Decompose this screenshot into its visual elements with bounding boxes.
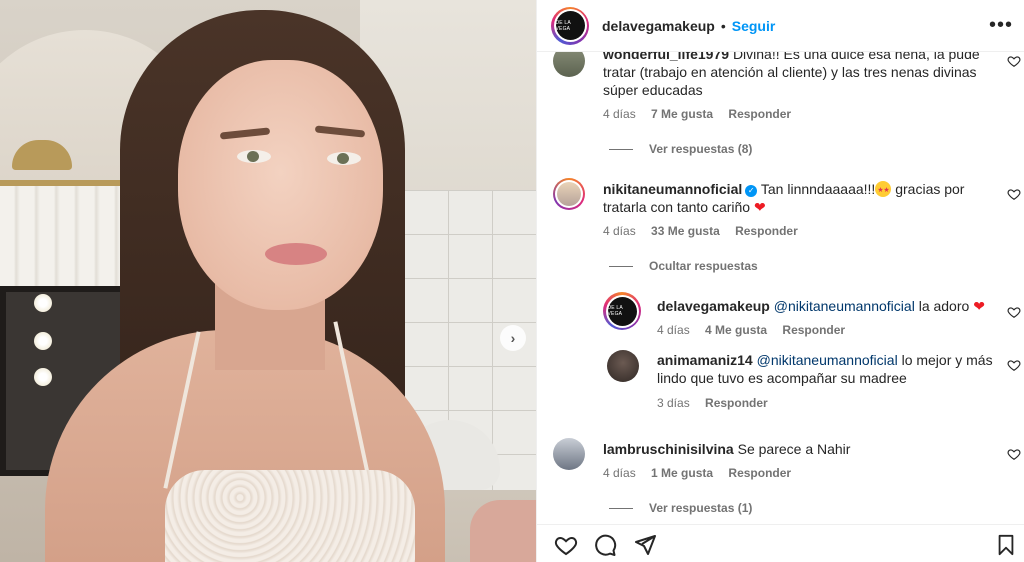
post-header: DE LA VEGA delavegamakeup • Seguir ••• <box>537 0 1024 52</box>
paper-plane-icon[interactable] <box>633 533 657 557</box>
comment-username[interactable]: nikitaneumannoficial <box>603 181 742 197</box>
comment-bubble-icon[interactable] <box>593 533 617 557</box>
post-photo: › <box>0 0 536 562</box>
brand-logo: DE LA VEGA <box>607 296 637 326</box>
comment-time[interactable]: 4 días <box>603 224 636 238</box>
eye <box>327 152 361 165</box>
lips <box>265 243 327 265</box>
comment-username[interactable]: lambruschinisilvina <box>603 441 734 457</box>
view-replies-label: Ver respuestas (8) <box>649 142 753 156</box>
reply-likes[interactable]: 4 Me gusta <box>705 323 767 337</box>
comment-meta: 4 días 33 Me gusta Responder <box>603 224 810 238</box>
heart-outline-icon[interactable] <box>1007 358 1021 372</box>
comment-body: Se parece a Nahir <box>737 441 851 457</box>
action-bar <box>537 524 1024 562</box>
view-replies-label: Ver respuestas (1) <box>649 501 753 515</box>
comment-time[interactable]: 4 días <box>603 466 636 480</box>
chevron-right-icon: › <box>510 330 516 346</box>
comment-likes[interactable]: 7 Me gusta <box>651 107 713 121</box>
author-avatar[interactable]: DE LA VEGA <box>551 6 589 45</box>
comments-list: wonderful_life1979 Divina!! Es una dulce… <box>537 0 1024 524</box>
user-avatar[interactable]: DE LA VEGA <box>603 292 641 330</box>
comment-meta: 4 días 1 Me gusta Responder <box>603 466 803 480</box>
comment-line-3: súper educadas <box>603 82 703 98</box>
comment-line-2: tratar (trabajo en atención al cliente) … <box>603 64 977 80</box>
comment-likes[interactable]: 1 Me gusta <box>651 466 713 480</box>
reply-button[interactable]: Responder <box>735 224 798 238</box>
red-heart-emoji-icon: ❤ <box>973 298 985 314</box>
eye <box>237 150 271 163</box>
reply-button[interactable]: Responder <box>728 107 791 121</box>
mention-link[interactable]: @nikitaneumannoficial <box>757 352 898 368</box>
comment-text-a: Tan linnndaaaaa!!! <box>760 181 876 197</box>
follow-button[interactable]: Seguir <box>732 18 776 34</box>
hide-replies-label: Ocultar respuestas <box>649 259 758 273</box>
hide-replies-button[interactable]: Ocultar respuestas <box>609 259 758 273</box>
reply-username[interactable]: delavegamakeup <box>657 298 770 314</box>
reply-meta: 4 días 4 Me gusta Responder <box>657 323 857 337</box>
comment-text-b: gracias por <box>891 181 965 197</box>
reply-button[interactable]: Responder <box>782 323 845 337</box>
comment-text: nikitaneumannoficial ✓ Tan linnndaaaaa!!!… <box>603 180 983 216</box>
next-photo-button[interactable]: › <box>500 325 526 351</box>
comments-panel: wonderful_life1979 Divina!! Es una dulce… <box>536 0 1024 562</box>
reply-time[interactable]: 4 días <box>657 323 690 337</box>
red-heart-emoji-icon: ❤ <box>753 199 766 215</box>
comment-likes[interactable]: 33 Me gusta <box>651 224 720 238</box>
reply-button[interactable]: Responder <box>705 396 768 410</box>
divider-line <box>609 265 633 267</box>
reply-text: delavegamakeup @nikitaneumannoficial la … <box>657 297 987 315</box>
bookmark-icon[interactable] <box>995 533 1017 557</box>
user-avatar[interactable] <box>553 438 585 470</box>
heart-outline-icon[interactable] <box>1007 54 1021 68</box>
reply-meta: 3 días Responder <box>657 396 780 410</box>
mention-link[interactable]: @nikitaneumannoficial <box>774 298 915 314</box>
heart-outline-icon[interactable] <box>553 533 579 557</box>
user-avatar[interactable] <box>607 350 639 382</box>
comment-text: lambruschinisilvina Se parece a Nahir <box>603 440 983 458</box>
separator-dot: • <box>720 17 726 34</box>
lace-dress <box>165 470 415 562</box>
reply-text-body: lo mejor y más <box>897 352 993 368</box>
reply-time[interactable]: 3 días <box>657 396 690 410</box>
comment-time[interactable]: 4 días <box>603 107 636 121</box>
reply-button[interactable]: Responder <box>728 466 791 480</box>
comment-text: wonderful_life1979 Divina!! Es una dulce… <box>603 45 983 99</box>
reply-username[interactable]: animamaniz14 <box>657 352 753 368</box>
face <box>178 60 383 310</box>
divider-line <box>609 507 633 509</box>
brand-logo: DE LA VEGA <box>555 11 585 40</box>
verified-badge-icon: ✓ <box>745 185 758 197</box>
star-eyes-emoji-icon <box>875 181 892 200</box>
view-replies-button[interactable]: Ver respuestas (1) <box>609 501 752 515</box>
heart-outline-icon[interactable] <box>1007 447 1021 461</box>
comment-meta: 4 días 7 Me gusta Responder <box>603 107 803 121</box>
divider-line <box>609 148 633 150</box>
heart-outline-icon[interactable] <box>1007 305 1021 319</box>
reply-text-body: la adoro <box>914 298 974 314</box>
comment-line-2: tratarla con tanto cariño <box>603 199 751 215</box>
reply-text: animamaniz14 @nikitaneumannoficial lo me… <box>657 351 997 387</box>
towel <box>470 500 536 562</box>
heart-outline-icon[interactable] <box>1007 187 1021 201</box>
reply-line-2: lindo que tuvo es acompañar su madree <box>657 370 907 386</box>
more-options-icon[interactable]: ••• <box>989 15 1013 35</box>
user-avatar[interactable] <box>553 178 585 210</box>
view-replies-button[interactable]: Ver respuestas (8) <box>609 142 752 156</box>
author-username[interactable]: delavegamakeup <box>602 18 715 34</box>
